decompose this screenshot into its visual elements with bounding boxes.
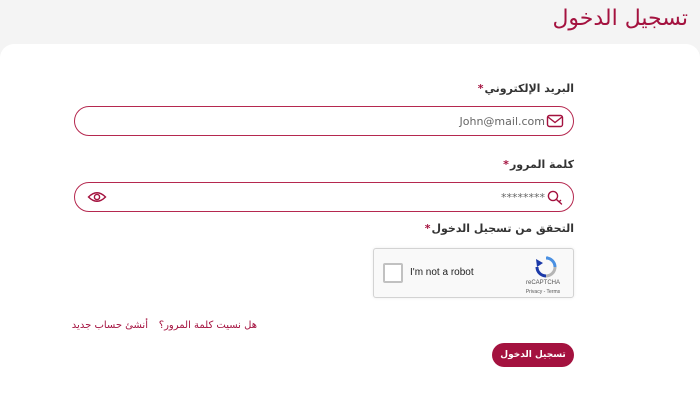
email-label: البريد الإلكتروني* (478, 82, 574, 95)
email-field[interactable] (74, 106, 574, 136)
email-input[interactable] (125, 107, 545, 135)
required-mark: * (477, 82, 484, 95)
eye-icon[interactable] (87, 188, 107, 206)
forgot-password-link[interactable]: هل نسيت كلمة المرور؟ (159, 320, 257, 331)
login-card: البريد الإلكتروني* كلمة المرور* (0, 44, 700, 404)
recaptcha-logo-icon (533, 255, 559, 279)
page-title: تسجيل الدخول (552, 6, 688, 31)
password-input[interactable] (125, 183, 545, 211)
recaptcha-widget: I'm not a robot reCAPTCHA Privacy - Term… (373, 248, 574, 298)
recaptcha-brand: reCAPTCHA (525, 280, 560, 286)
required-mark: * (503, 158, 509, 171)
password-label-text: كلمة المرور (509, 158, 574, 171)
captcha-label-text: التحقق من تسجيل الدخول (431, 222, 574, 235)
recaptcha-terms-link[interactable]: Privacy - Terms (521, 289, 565, 295)
email-label-text: البريد الإلكتروني (484, 82, 574, 95)
key-icon (546, 189, 564, 205)
create-account-link[interactable]: أنشئ حساب جديد (72, 320, 148, 331)
captcha-label: التحقق من تسجيل الدخول* (425, 222, 574, 235)
recaptcha-text: I'm not a robot (410, 267, 474, 278)
required-mark: * (424, 222, 431, 235)
password-label: كلمة المرور* (503, 158, 574, 171)
password-field[interactable] (74, 182, 574, 212)
recaptcha-checkbox[interactable] (383, 263, 403, 283)
envelope-icon (546, 113, 564, 129)
login-button[interactable]: تسجيل الدخول (492, 343, 574, 367)
